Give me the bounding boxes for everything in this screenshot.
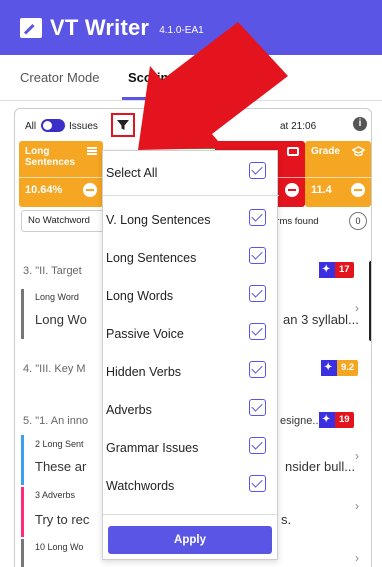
apply-button[interactable]: Apply <box>108 526 272 554</box>
filter-button[interactable] <box>111 113 135 137</box>
filter-checkbox[interactable] <box>249 361 266 378</box>
collapse-icon[interactable] <box>83 183 97 197</box>
app-version: 4.1.0-EA1 <box>159 25 204 36</box>
info-icon[interactable]: i <box>353 117 367 131</box>
sub-issue-label: 10 Long Wo <box>35 542 84 552</box>
menu-icon[interactable] <box>87 147 97 155</box>
dropdown-divider <box>103 514 279 515</box>
chevron-right-icon[interactable]: › <box>355 499 359 513</box>
watchwords-count: 0 <box>349 212 367 230</box>
sub-issue-text[interactable]: These ar <box>35 459 86 474</box>
book-icon <box>287 147 299 156</box>
filter-option-label: Passive Voice <box>106 327 184 341</box>
score-card-long-sentences[interactable]: Long Sentences 10.64% <box>19 141 103 207</box>
dropdown-divider <box>103 195 279 196</box>
last-updated-time: at 21:06 <box>280 121 317 132</box>
issue-color-bar <box>21 539 24 567</box>
all-label: All <box>25 121 37 132</box>
filter-option-grammar-issues[interactable]: Grammar Issues <box>103 434 279 464</box>
issue-color-bar <box>21 487 24 537</box>
scrollbar-thumb[interactable] <box>369 261 371 341</box>
filter-option-hidden-verbs[interactable]: Hidden Verbs <box>103 358 279 388</box>
filter-option-passive-voice[interactable]: Passive Voice <box>103 320 279 350</box>
issues-toggle[interactable] <box>41 119 65 132</box>
score-card-green[interactable] <box>160 141 220 149</box>
app-header: VT Writer 4.1.0-EA1 <box>0 0 382 55</box>
filter-option-adverbs[interactable]: Adverbs <box>103 396 279 426</box>
issue-score-badge: 17 <box>319 262 354 278</box>
filter-option-long-words[interactable]: Long Words <box>103 282 279 312</box>
filter-option-label: Watchwords <box>106 479 175 493</box>
sub-issue-text-right[interactable]: an 3 syllabl... <box>283 312 359 327</box>
card-divider <box>305 177 371 178</box>
issues-label: Issues <box>69 121 98 132</box>
filter-checkbox[interactable] <box>249 285 266 302</box>
card-value: 11.4 <box>311 184 332 196</box>
filter-option-v-long-sentences[interactable]: V. Long Sentences <box>103 206 279 236</box>
filter-checkbox[interactable] <box>249 162 266 179</box>
app-title: VT Writer <box>50 14 150 40</box>
chevron-right-icon[interactable]: › <box>355 449 359 463</box>
filter-checkbox[interactable] <box>249 323 266 340</box>
watchwords-select[interactable]: No Watchword <box>21 210 111 232</box>
toolbar: All Issues Las at 21:06 i <box>15 109 371 143</box>
card-title: Grade <box>311 146 340 157</box>
chevron-right-icon[interactable]: › <box>355 551 359 565</box>
active-tab-indicator <box>122 97 232 100</box>
filter-option-label: Hidden Verbs <box>106 365 182 379</box>
chevron-right-icon[interactable]: › <box>355 301 359 315</box>
sub-issue-label: 3 Adverbs <box>35 490 76 500</box>
tab-creator-mode[interactable]: Creator Mode <box>20 70 99 85</box>
filter-dropdown: Select All V. Long Sentences Long Senten… <box>102 150 279 560</box>
mode-tabs: Creator Mode Scoring Mode <box>0 55 382 101</box>
filter-option-label: Long Words <box>106 289 174 303</box>
filter-option-long-sentences[interactable]: Long Sentences <box>103 244 279 274</box>
funnel-icon <box>117 120 129 130</box>
sub-issue-text[interactable]: Try to rec <box>35 512 89 527</box>
card-title: Long Sentences <box>25 146 76 168</box>
filter-option-label: V. Long Sentences <box>106 213 211 227</box>
card-divider <box>19 177 103 178</box>
filter-option-select-all[interactable]: Select All <box>103 159 279 189</box>
issue-title-right[interactable]: esigne... <box>280 415 322 427</box>
issue-color-bar <box>21 435 24 485</box>
filter-checkbox[interactable] <box>249 209 266 226</box>
filter-checkbox[interactable] <box>249 247 266 264</box>
issue-score-badge: 9.2 <box>321 360 359 376</box>
sub-issue-text-right[interactable]: s. <box>281 512 291 527</box>
issue-title[interactable]: 3. "II. Target <box>23 265 82 277</box>
issue-score-badge: 19 <box>319 412 354 428</box>
sub-issue-label: 2 Long Sent <box>35 439 84 449</box>
filter-option-label: Select All <box>106 166 158 180</box>
filter-checkbox[interactable] <box>249 399 266 416</box>
filter-option-label: Long Sentences <box>106 251 197 265</box>
filter-checkbox[interactable] <box>249 475 266 492</box>
issue-color-bar <box>21 289 24 339</box>
score-card-grade[interactable]: Grade 11.4 <box>305 141 371 207</box>
sub-issue-label: Long Word <box>35 292 79 302</box>
issue-title[interactable]: 4. "III. Key M <box>23 363 86 375</box>
collapse-icon[interactable] <box>351 183 365 197</box>
filter-option-label: Adverbs <box>106 403 152 417</box>
sub-issue-text[interactable]: Long Wo <box>35 312 87 327</box>
logo-icon <box>20 17 42 38</box>
collapse-icon[interactable] <box>285 183 299 197</box>
card-value: 10.64% <box>25 184 63 196</box>
filter-checkbox[interactable] <box>249 437 266 454</box>
filter-option-watchwords[interactable]: Watchwords <box>103 472 279 502</box>
sub-issue-text-right[interactable]: nsider bull... <box>285 459 355 474</box>
filter-option-label: Grammar Issues <box>106 441 199 455</box>
tab-scoring-mode[interactable]: Scoring Mode <box>128 70 214 85</box>
issue-title[interactable]: 5. "1. An inno <box>23 415 88 427</box>
graduation-cap-icon <box>352 146 365 157</box>
last-updated-label: Las <box>143 121 160 132</box>
